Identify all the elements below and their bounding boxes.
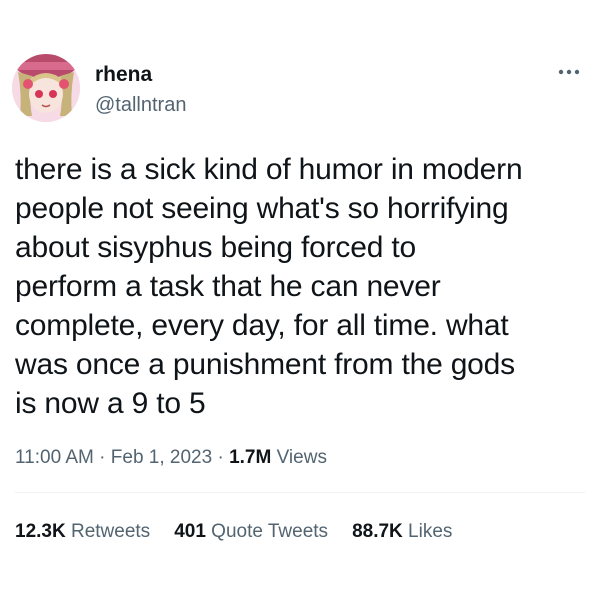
- meta-separator: ·: [93, 447, 111, 468]
- retweets-count: 12.3K: [15, 521, 66, 542]
- display-name[interactable]: rhena: [95, 62, 186, 88]
- author-info: rhena @tallntran: [95, 62, 186, 118]
- avatar-image: [12, 54, 80, 122]
- views-label: Views: [271, 447, 327, 468]
- more-horizontal-icon: [558, 69, 580, 75]
- tweet-card: rhena @tallntran there is a sick kind of…: [0, 0, 600, 600]
- likes-label: Likes: [402, 521, 453, 542]
- tweet-text: there is a sick kind of humor in modern …: [15, 153, 523, 420]
- quote-tweets-stat[interactable]: 401 Quote Tweets: [174, 520, 328, 544]
- tweet-meta: 11:00 AM · Feb 1, 2023 · 1.7M Views: [15, 446, 327, 470]
- tweet-date[interactable]: Feb 1, 2023: [111, 447, 212, 468]
- retweets-label: Retweets: [65, 521, 151, 542]
- divider: [15, 492, 585, 493]
- quote-tweets-label: Quote Tweets: [205, 521, 329, 542]
- likes-stat[interactable]: 88.7K Likes: [352, 520, 452, 544]
- meta-separator: ·: [212, 447, 230, 468]
- more-options-button[interactable]: [556, 64, 582, 80]
- quote-tweets-count: 401: [174, 521, 206, 542]
- retweets-stat[interactable]: 12.3K Retweets: [15, 520, 150, 544]
- tweet-stats: 12.3K Retweets 401 Quote Tweets 88.7K Like…: [15, 520, 476, 544]
- likes-count: 88.7K: [352, 521, 403, 542]
- user-handle[interactable]: @tallntran: [95, 92, 186, 118]
- avatar[interactable]: [12, 54, 80, 122]
- views-count: 1.7M: [229, 447, 272, 468]
- tweet-time[interactable]: 11:00 AM: [15, 447, 94, 468]
